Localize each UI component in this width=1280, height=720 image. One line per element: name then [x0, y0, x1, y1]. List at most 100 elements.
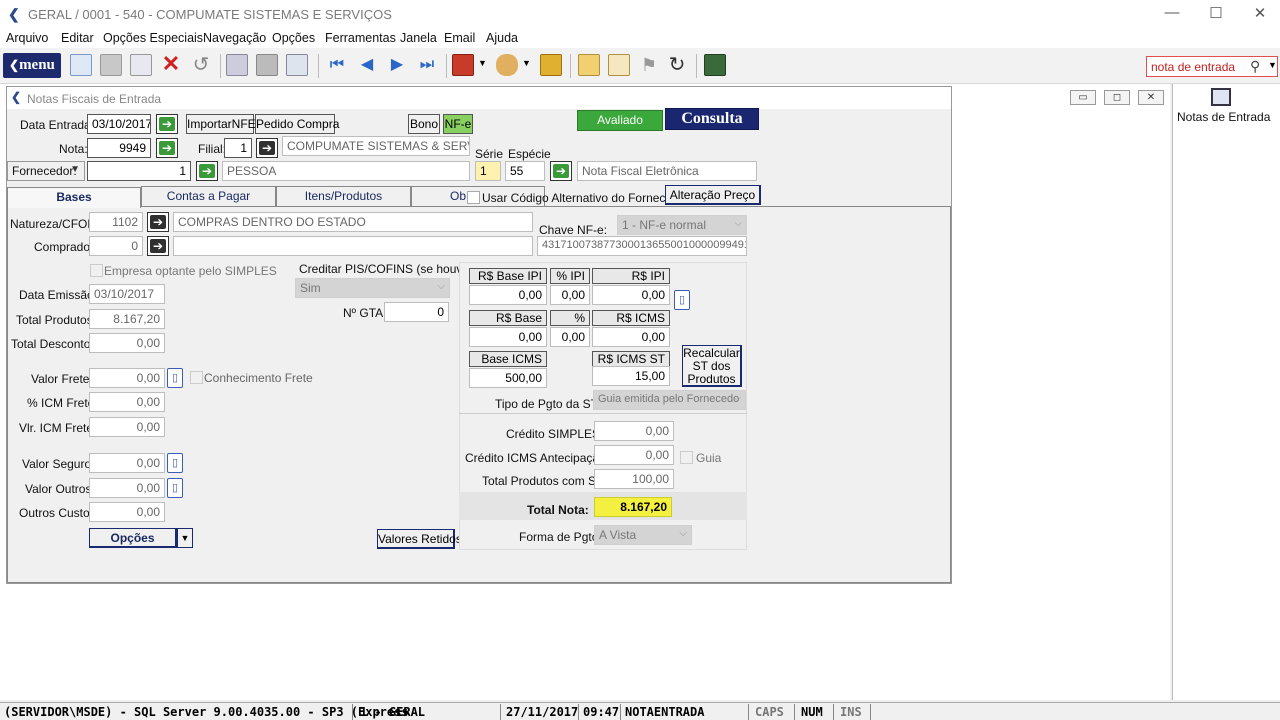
credito-icms-field[interactable]: 0,00	[594, 445, 674, 465]
favorite-icon[interactable]	[608, 54, 630, 76]
folder-icon[interactable]	[578, 54, 600, 76]
report-icon[interactable]	[286, 54, 308, 76]
delete-icon[interactable]: ✕	[160, 53, 182, 76]
icms-st-field[interactable]: 15,00	[592, 366, 670, 386]
minimize-icon[interactable]: —	[1162, 4, 1182, 24]
menu-opcoes[interactable]: Opções	[272, 31, 315, 45]
prev-record-icon[interactable]: ◀	[356, 54, 378, 76]
new-icon[interactable]	[70, 54, 92, 76]
filial-go-button[interactable]: ➔	[256, 138, 278, 158]
valor-frete-field[interactable]: 0,00	[89, 368, 165, 388]
total-st-field[interactable]: 100,00	[594, 469, 674, 489]
data-emissao-field[interactable]: 03/10/2017	[89, 284, 165, 304]
fornecedor-field[interactable]: 1	[87, 161, 191, 181]
vlr-icm-frete-field[interactable]: 0,00	[89, 417, 165, 437]
menu-ferramentas[interactable]: Ferramentas	[325, 31, 396, 45]
next-record-icon[interactable]: ▶	[386, 54, 408, 76]
valor-outros-detail-button[interactable]: ▯	[167, 478, 183, 498]
opcoes-button[interactable]: Opções	[89, 528, 177, 548]
valor-outros-field[interactable]: 0,00	[89, 478, 165, 498]
ipi-detail-button[interactable]: ▯	[674, 290, 690, 310]
menu-opcoes-especiais[interactable]: Opções Especiais	[103, 31, 203, 45]
base-icms-st-field[interactable]: 500,00	[469, 368, 547, 388]
recalcular-st-button[interactable]: Recalcular ST dos Produtos	[682, 345, 742, 387]
gta-field[interactable]: 0	[384, 302, 449, 322]
opcoes-dropdown-button[interactable]: ▼	[177, 528, 193, 548]
calendar-icon[interactable]	[452, 54, 474, 76]
menu-janela[interactable]: Janela	[400, 31, 437, 45]
total-produtos-field[interactable]: 8.167,20	[89, 309, 165, 329]
lock-icon[interactable]	[540, 54, 562, 76]
base-ipi-field[interactable]: 0,00	[469, 285, 547, 305]
comprador-go-button[interactable]: ➔	[147, 236, 169, 256]
menu-navegacao[interactable]: Navegação	[203, 31, 266, 45]
print-icon[interactable]	[256, 54, 278, 76]
simples-checkbox[interactable]	[90, 264, 103, 277]
maximize-icon[interactable]: ☐	[1206, 4, 1226, 24]
menu-button[interactable]: ❮menu	[3, 53, 61, 78]
nfe-button[interactable]: NF-e	[443, 114, 473, 134]
pct-ipi-field[interactable]: 0,00	[550, 285, 590, 305]
importar-nfe-button[interactable]: ImportarNFE	[186, 114, 256, 134]
serie-field[interactable]: 1	[475, 161, 501, 181]
menu-ajuda[interactable]: Ajuda	[486, 31, 518, 45]
comprador-field[interactable]: 0	[89, 236, 143, 256]
save-icon[interactable]	[100, 54, 122, 76]
icm-frete-field[interactable]: 0,00	[89, 392, 165, 412]
users-icon[interactable]	[496, 54, 518, 76]
menu-arquivo[interactable]: Arquivo	[6, 31, 48, 45]
ipi-field[interactable]: 0,00	[592, 285, 670, 305]
flag-icon[interactable]: ⚑	[638, 54, 660, 76]
valores-retidos-button[interactable]: Valores Retidos	[377, 529, 462, 549]
chevron-down-icon[interactable]: ▼	[478, 58, 487, 68]
refresh-icon[interactable]: ↻	[666, 54, 688, 76]
fornecedor-go-button[interactable]: ➔	[196, 161, 218, 181]
menu-email[interactable]: Email	[444, 31, 475, 45]
close-icon[interactable]: ✕	[1250, 4, 1270, 24]
pct-icms-field[interactable]: 0,00	[550, 327, 590, 347]
valor-seguro-detail-button[interactable]: ▯	[167, 453, 183, 473]
filial-field[interactable]: 1	[224, 138, 252, 158]
tab-contas-a-pagar[interactable]: Contas a Pagar	[141, 186, 276, 206]
exit-icon[interactable]	[704, 54, 726, 76]
last-record-icon[interactable]: ⏭	[416, 54, 438, 76]
chave-field[interactable]: 43171007387730001365500100000994​91	[537, 236, 747, 256]
fornecedor-select[interactable]: Fornecedor: ▼	[7, 161, 85, 181]
pis-select[interactable]: Sim ⌵	[295, 278, 450, 298]
right-panel-label[interactable]: Notas de Entrada	[1177, 110, 1270, 124]
forma-pgto-select[interactable]: A Vista ⌵	[594, 525, 692, 545]
print-preview-icon[interactable]	[226, 54, 248, 76]
especie-go-button[interactable]: ➔	[550, 161, 572, 181]
data-entrada-go-button[interactable]: ➔	[156, 114, 178, 134]
icms-field[interactable]: 0,00	[592, 327, 670, 347]
tipo-pgto-select[interactable]: Guia emitida pelo Fornecedo ⌵	[593, 390, 746, 410]
usar-codigo-checkbox[interactable]	[467, 191, 480, 204]
window-minimize-button[interactable]: ▭	[1070, 90, 1096, 105]
outros-custos-field[interactable]: 0,00	[89, 502, 165, 522]
undo-icon[interactable]: ↺	[190, 54, 212, 76]
chevron-down-icon[interactable]: ▼	[1268, 60, 1277, 70]
base-icms-field[interactable]: 0,00	[469, 327, 547, 347]
alteracao-preco-button[interactable]: Alteração Preço	[665, 185, 761, 205]
first-record-icon[interactable]: ⏮	[326, 54, 348, 76]
chevron-down-icon[interactable]: ▼	[522, 58, 531, 68]
window-close-button[interactable]: ✕	[1138, 90, 1164, 105]
natureza-go-button[interactable]: ➔	[147, 212, 169, 232]
notas-entrada-icon[interactable]	[1211, 88, 1231, 106]
especie-field[interactable]: 55	[505, 161, 545, 181]
guia-checkbox[interactable]	[680, 451, 693, 464]
pedido-compra-button[interactable]: Pedido Compra	[255, 114, 339, 134]
credito-simples-field[interactable]: 0,00	[594, 421, 674, 441]
menu-editar[interactable]: Editar	[61, 31, 94, 45]
search-icon[interactable]: ⚲	[1250, 58, 1260, 75]
chave-tipo-select[interactable]: 1 - NF-e normal ⌵	[617, 215, 747, 235]
total-desconto-field[interactable]: 0,00	[89, 333, 165, 353]
nota-go-button[interactable]: ➔	[156, 138, 178, 158]
window-restore-button[interactable]: ◻	[1104, 90, 1130, 105]
edit-icon[interactable]	[130, 54, 152, 76]
bono-button[interactable]: Bono	[408, 114, 440, 134]
nota-field[interactable]: 9949	[87, 138, 151, 158]
tab-bases[interactable]: Bases	[7, 187, 141, 208]
data-entrada-field[interactable]: 03/10/2017	[87, 114, 151, 134]
valor-seguro-field[interactable]: 0,00	[89, 453, 165, 473]
